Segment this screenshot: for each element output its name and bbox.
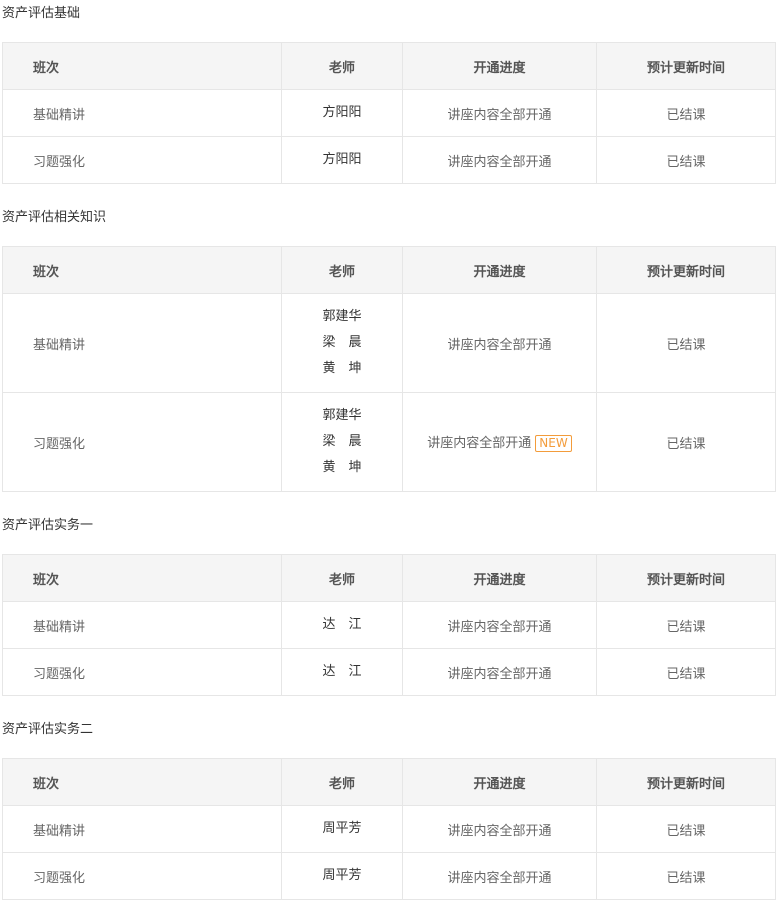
update-status: 已结课: [596, 852, 776, 900]
update-status: 已结课: [596, 601, 776, 649]
progress-cell: 讲座内容全部开通: [402, 805, 597, 853]
table-header-row: 班次 老师 开通进度 预计更新时间: [2, 42, 776, 90]
class-name: 基础精讲: [2, 805, 282, 853]
progress-text: 讲座内容全部开通: [447, 154, 552, 170]
section-title: 资产评估实务一: [2, 518, 94, 533]
class-name: 习题强化: [2, 136, 282, 184]
update-status: 已结课: [596, 293, 776, 393]
teacher-cell: 郭建华梁 晨黄 坤: [281, 392, 403, 492]
progress-text: 讲座内容全部开通: [447, 337, 552, 353]
course-schedule: 资产评估基础 班次 老师 开通进度 预计更新时间 基础精讲 方阳阳 讲座内容全部开通 已结课 习题…: [0, 4, 781, 900]
table-row: 基础精讲 周平芳 讲座内容全部开通 已结课: [2, 805, 776, 853]
teacher-name: 黄 坤: [322, 460, 362, 475]
update-status: 已结课: [596, 89, 776, 137]
update-status: 已结课: [596, 648, 776, 696]
teacher-cell: 周平芳: [281, 852, 403, 900]
header-progress: 开通进度: [402, 758, 597, 806]
class-name: 基础精讲: [2, 293, 282, 393]
teacher-cell: 方阳阳: [281, 136, 403, 184]
progress-cell: 讲座内容全部开通: [402, 648, 597, 696]
teacher-name: 达 江: [322, 617, 362, 632]
header-teacher: 老师: [281, 758, 403, 806]
header-progress: 开通进度: [402, 246, 597, 294]
progress-text: 讲座内容全部开通: [447, 823, 552, 839]
progress-cell: 讲座内容全部开通: [402, 293, 597, 393]
header-class: 班次: [2, 758, 282, 806]
teacher-cell: 周平芳: [281, 805, 403, 853]
table-row: 习题强化 达 江 讲座内容全部开通 已结课: [2, 648, 776, 696]
teacher-name: 周平芳: [322, 821, 362, 836]
teacher-cell: 郭建华梁 晨黄 坤: [281, 293, 403, 393]
class-name: 习题强化: [2, 392, 282, 492]
progress-cell: 讲座内容全部开通 NEW: [402, 392, 597, 492]
header-class: 班次: [2, 246, 282, 294]
header-teacher: 老师: [281, 42, 403, 90]
table-row: 习题强化 郭建华梁 晨黄 坤讲座内容全部开通 NEW 已结课: [2, 392, 776, 492]
schedule-table: 班次 老师 开通进度 预计更新时间 基础精讲 郭建华梁 晨黄 坤讲座内容全部开通 已结课 习题…: [2, 246, 776, 492]
teacher-name: 方阳阳: [322, 105, 362, 120]
header-class: 班次: [2, 554, 282, 602]
progress-cell: 讲座内容全部开通: [402, 136, 597, 184]
header-teacher: 老师: [281, 246, 403, 294]
course-section: 资产评估相关知识 班次 老师 开通进度 预计更新时间 基础精讲 郭建华梁 晨黄 坤讲座内容全…: [0, 208, 781, 492]
header-progress: 开通进度: [402, 42, 597, 90]
table-row: 基础精讲 郭建华梁 晨黄 坤讲座内容全部开通 已结课: [2, 293, 776, 393]
progress-cell: 讲座内容全部开通: [402, 89, 597, 137]
teacher-name: 方阳阳: [322, 152, 362, 167]
table-row: 基础精讲 方阳阳 讲座内容全部开通 已结课: [2, 89, 776, 137]
teacher-name: 周平芳: [322, 868, 362, 883]
teacher-name: 黄 坤: [322, 361, 362, 376]
table-header-row: 班次 老师 开通进度 预计更新时间: [2, 246, 776, 294]
teacher-name: 郭建华: [322, 408, 362, 423]
teacher-cell: 方阳阳: [281, 89, 403, 137]
course-section: 资产评估实务二 班次 老师 开通进度 预计更新时间 基础精讲 周平芳 讲座内容全部开通 已结课习…: [0, 720, 781, 900]
progress-text: 讲座内容全部开通: [447, 619, 552, 635]
schedule-table: 班次 老师 开通进度 预计更新时间 基础精讲 周平芳 讲座内容全部开通 已结课 习题强化 周平芳讲…: [2, 758, 776, 900]
section-title: 资产评估基础: [2, 6, 81, 21]
update-status: 已结课: [596, 136, 776, 184]
progress-text: 讲座内容全部开通: [427, 436, 532, 451]
update-status: 已结课: [596, 392, 776, 492]
header-teacher: 老师: [281, 554, 403, 602]
progress-cell: 讲座内容全部开通: [402, 852, 597, 900]
course-section: 资产评估基础 班次 老师 开通进度 预计更新时间 基础精讲 方阳阳 讲座内容全部开通 已结课 习题…: [0, 4, 781, 184]
class-name: 基础精讲: [2, 89, 282, 137]
new-badge: NEW: [535, 435, 572, 452]
header-update: 预计更新时间: [596, 554, 776, 602]
table-row: 基础精讲 达 江 讲座内容全部开通 已结课: [2, 601, 776, 649]
class-name: 习题强化: [2, 648, 282, 696]
course-section: 资产评估实务一 班次 老师 开通进度 预计更新时间 基础精讲达 江讲座内容全部开通 已结课习…: [0, 516, 781, 696]
schedule-table: 班次 老师 开通进度 预计更新时间 基础精讲达 江讲座内容全部开通 已结课 习题强化达 江讲…: [2, 554, 776, 696]
progress-text: 讲座内容全部开通: [447, 107, 552, 123]
table-row: 习题强化 方阳阳 讲座内容全部开通 已结课: [2, 136, 776, 184]
class-name: 基础精讲: [2, 601, 282, 649]
teacher-cell: 达 江: [281, 648, 403, 696]
table-header-row: 班次 老师 开通进度 预计更新时间: [2, 554, 776, 602]
class-name: 习题强化: [2, 852, 282, 900]
teacher-name: 梁 晨: [322, 335, 362, 350]
header-update: 预计更新时间: [596, 42, 776, 90]
header-progress: 开通进度: [402, 554, 597, 602]
section-title: 资产评估实务二: [2, 722, 94, 737]
schedule-table: 班次 老师 开通进度 预计更新时间 基础精讲 方阳阳 讲座内容全部开通 已结课 习题强化 方阳阳讲…: [2, 42, 776, 184]
update-status: 已结课: [596, 805, 776, 853]
header-update: 预计更新时间: [596, 246, 776, 294]
teacher-cell: 达 江: [281, 601, 403, 649]
progress-cell: 讲座内容全部开通: [402, 601, 597, 649]
header-update: 预计更新时间: [596, 758, 776, 806]
progress-text: 讲座内容全部开通: [447, 870, 552, 886]
section-title: 资产评估相关知识: [2, 210, 107, 225]
progress-text: 讲座内容全部开通: [447, 666, 552, 682]
table-header-row: 班次 老师 开通进度 预计更新时间: [2, 758, 776, 806]
table-row: 习题强化 周平芳 讲座内容全部开通 已结课: [2, 852, 776, 900]
teacher-name: 达 江: [322, 664, 362, 679]
teacher-name: 梁 晨: [322, 434, 362, 449]
teacher-name: 郭建华: [322, 309, 362, 324]
header-class: 班次: [2, 42, 282, 90]
